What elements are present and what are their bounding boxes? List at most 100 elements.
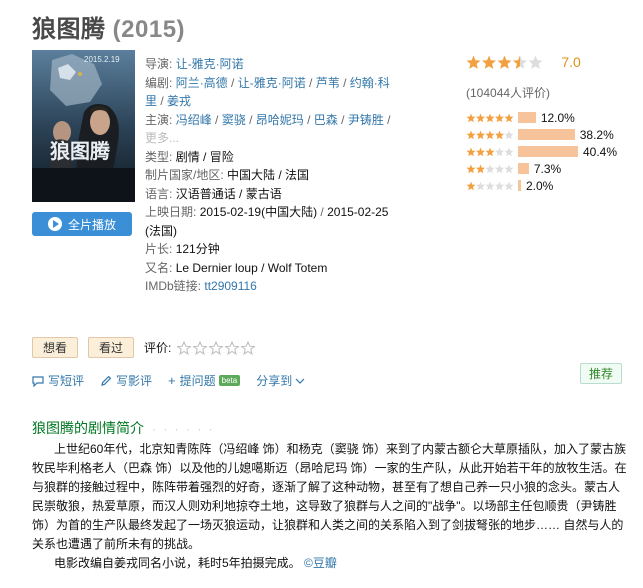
movie-name: 狼图腾 <box>32 16 106 43</box>
summary-paragraph-text: 电影改编自姜戎同名小说，耗时5年拍摄完成。 <box>54 556 301 570</box>
rating-bar <box>518 129 575 140</box>
writer-link[interactable]: 姜戎 <box>167 94 191 108</box>
bar-stars <box>466 181 514 191</box>
speech-bubble-icon <box>32 375 44 387</box>
cast-more-link[interactable]: 更多... <box>145 131 179 145</box>
chevron-down-icon <box>295 378 305 384</box>
recommend-button[interactable]: 推荐 <box>580 363 622 384</box>
director-link[interactable]: 让-雅克·阿诺 <box>176 57 244 71</box>
rating-bar-row: 12.0% <box>466 109 641 126</box>
douban-source-link[interactable]: ©豆瓣 <box>304 556 337 570</box>
poster-title-text: 狼图腾 <box>50 139 111 163</box>
votes-count[interactable]: (104044人评价) <box>466 86 550 100</box>
rating-percent: 2.0% <box>525 178 554 193</box>
language-row: 语言: 汉语普通话 / 蒙古语 <box>145 185 395 204</box>
summary-title-dots: · · · · · · <box>152 422 215 436</box>
mini-stars-icon <box>466 164 514 173</box>
movie-poster[interactable]: 狼图腾 2015.2.19 <box>32 50 135 202</box>
country-label: 制片国家/地区: <box>145 168 224 182</box>
country-value: 中国大陆 / 法国 <box>227 168 310 182</box>
write-short-label[interactable]: 写短评 <box>48 372 84 389</box>
genre-value: 剧情 / 冒险 <box>175 149 234 164</box>
aka-value: Le Dernier loup / Wolf Totem <box>175 260 328 275</box>
imdb-label: IMDb链接: <box>145 279 202 293</box>
poster-date-text: 2015.2.19 <box>84 55 120 64</box>
writer-label: 编剧: <box>145 75 173 90</box>
language-value: 汉语普通话 / 蒙古语 <box>175 186 282 201</box>
mini-stars-icon <box>466 113 514 122</box>
cast-link[interactable]: 尹铸胜 <box>348 113 384 127</box>
beta-badge: beta <box>218 375 241 386</box>
aka-row: 又名: Le Dernier loup / Wolf Totem <box>145 259 395 278</box>
release-date-2-region: (法国) <box>145 223 177 238</box>
cast-link[interactable]: 昂哈妮玛 <box>256 113 304 127</box>
director-label: 导演: <box>145 57 173 71</box>
want-to-watch-button[interactable]: 想看 <box>32 337 79 358</box>
write-review-label[interactable]: 写影评 <box>116 372 152 389</box>
share-label[interactable]: 分享到 <box>256 372 292 389</box>
aka-label: 又名: <box>145 260 173 275</box>
summary-paragraph-2: 电影改编自姜戎同名小说，耗时5年拍摄完成。 ©豆瓣 <box>32 554 627 573</box>
rating-percent: 38.2% <box>579 127 614 142</box>
star-icon <box>466 55 543 69</box>
action-bar: 想看 看过 评价: <box>32 337 257 358</box>
cast-link[interactable]: 窦骁 <box>222 113 246 127</box>
release-row: 上映日期: 2015-02-19(中国大陆) / 2015-02-25 <box>145 205 389 219</box>
runtime-value: 121分钟 <box>175 242 220 256</box>
writer-link[interactable]: 阿兰·高德 <box>176 76 228 90</box>
write-review[interactable]: 写影评 <box>100 372 152 389</box>
rating-bar-row: 7.3% <box>466 160 641 177</box>
movie-year: (2015) <box>112 16 186 43</box>
rating-score: 7.0 <box>561 54 581 70</box>
rating-panel: 7.0 (104044人评价) 12.0% 38.2% 40.4% 7.3% 2.0% <box>466 54 641 194</box>
interaction-toolbar: 写短评 写影评 + 提问题 beta 分享到 <box>32 372 325 389</box>
writer-link[interactable]: 芦苇 <box>316 76 340 90</box>
country-row: 制片国家/地区: 中国大陆 / 法国 <box>145 166 395 185</box>
release-date-2: 2015-02-25 <box>327 205 389 219</box>
ask-question[interactable]: + 提问题 beta <box>168 372 241 389</box>
cast-label: 主演: <box>145 112 173 127</box>
play-icon <box>47 217 62 231</box>
bar-stars <box>466 113 514 123</box>
user-rate-stars[interactable] <box>177 340 257 355</box>
summary-title-text: 狼图腾的剧情简介 <box>32 420 144 436</box>
rating-percent: 40.4% <box>583 144 618 159</box>
rating-bar <box>518 163 529 174</box>
bar-stars <box>466 130 514 140</box>
imdb-link[interactable]: tt2909116 <box>204 279 257 293</box>
share-menu[interactable]: 分享到 <box>256 372 309 389</box>
cast-link[interactable]: 巴森 <box>314 113 338 127</box>
ask-label[interactable]: 提问题 <box>180 372 216 389</box>
watched-button[interactable]: 看过 <box>88 337 135 358</box>
plus-icon: + <box>168 373 176 388</box>
rating-bar <box>518 146 578 157</box>
runtime-row: 片长: 121分钟 <box>145 240 395 259</box>
rating-stars <box>466 55 544 70</box>
rating-distribution: 12.0% 38.2% 40.4% 7.3% 2.0% <box>466 109 641 194</box>
write-short-comment[interactable]: 写短评 <box>32 372 84 389</box>
release-label: 上映日期: <box>145 205 197 219</box>
rating-votes[interactable]: (104044人评价) <box>466 84 641 101</box>
bar-stars <box>466 164 514 174</box>
rating-bar-row: 2.0% <box>466 177 641 194</box>
cast-row: 主演: 冯绍峰 / 窦骁 / 昂哈妮玛 / 巴森 / 尹铸胜 / <box>145 112 391 127</box>
summary-title: 狼图腾的剧情简介 · · · · · · <box>32 418 215 438</box>
genre-row: 类型: 剧情 / 冒险 <box>145 148 395 167</box>
rating-percent: 12.0% <box>540 110 575 125</box>
rating-bar <box>518 112 536 123</box>
director-row: 导演: 让-雅克·阿诺 <box>145 55 395 74</box>
play-full-label: 全片播放 <box>67 217 116 232</box>
mini-stars-icon <box>466 147 514 156</box>
play-full-button[interactable]: 全片播放 <box>32 212 132 236</box>
imdb-row: IMDb链接: tt2909116 <box>145 277 395 296</box>
pencil-icon <box>101 375 112 386</box>
writer-link[interactable]: 让-雅克·阿诺 <box>238 76 306 90</box>
empty-star-icon[interactable] <box>177 340 257 355</box>
genre-label: 类型: <box>145 149 173 164</box>
rating-bar <box>518 180 521 191</box>
rating-bar-row: 40.4% <box>466 143 641 160</box>
cast-link[interactable]: 冯绍峰 <box>176 113 212 127</box>
bar-stars <box>466 147 514 157</box>
mini-stars-icon <box>466 130 514 139</box>
summary-paragraph: 上世纪60年代，北京知青陈阵（冯绍峰 饰）和杨克（窦骁 饰）来到了内蒙古额仑大草… <box>32 442 627 551</box>
